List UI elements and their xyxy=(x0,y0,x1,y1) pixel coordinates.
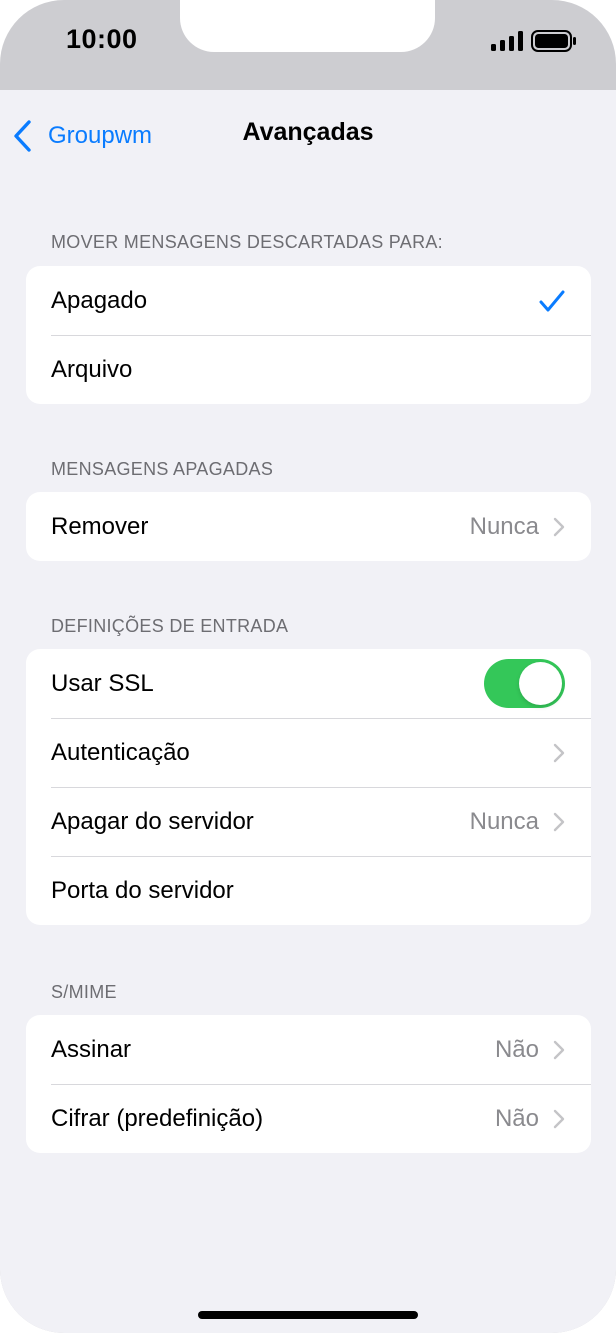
group-smime: Assinar Não Cifrar (predefinição) Não xyxy=(26,1015,591,1153)
group-move-discarded: Apagado Arquivo xyxy=(26,266,591,404)
chevron-right-icon xyxy=(553,517,565,536)
row-porta-do-servidor[interactable]: Porta do servidor xyxy=(26,856,591,925)
row-label: Usar SSL xyxy=(51,669,154,697)
row-remover[interactable]: Remover Nunca xyxy=(26,492,591,561)
row-cifrar[interactable]: Cifrar (predefinição) Não xyxy=(26,1084,591,1153)
row-value: Não xyxy=(494,1035,539,1063)
notch xyxy=(180,0,435,52)
group-incoming-settings: Usar SSL Autenticação Apagar do servidor… xyxy=(26,649,591,925)
row-label: Cifrar (predefinição) xyxy=(51,1104,264,1132)
row-label: Porta do servidor xyxy=(51,876,234,904)
option-apagado[interactable]: Apagado xyxy=(26,266,591,335)
group-deleted-messages: Remover Nunca xyxy=(26,492,591,561)
row-apagar-do-servidor[interactable]: Apagar do servidor Nunca xyxy=(26,787,591,856)
chevron-right-icon xyxy=(553,743,565,762)
status-time: 10:00 xyxy=(66,24,138,54)
option-label: Apagado xyxy=(51,286,148,314)
section-header-smime: S/MIME xyxy=(51,982,117,1002)
ssl-toggle[interactable] xyxy=(484,659,565,708)
row-autenticacao[interactable]: Autenticação xyxy=(26,718,591,787)
section-header-move-discarded: MOVER MENSAGENS DESCARTADAS PARA: xyxy=(51,232,443,252)
row-value: Não xyxy=(494,1104,539,1132)
row-value: Nunca xyxy=(469,807,539,835)
signal-icon xyxy=(491,31,523,51)
page-title: Avançadas xyxy=(242,118,374,146)
row-label: Apagar do servidor xyxy=(51,807,254,835)
toggle-knob xyxy=(519,662,562,705)
row-assinar[interactable]: Assinar Não xyxy=(26,1015,591,1084)
home-indicator[interactable] xyxy=(198,1311,418,1319)
chevron-right-icon xyxy=(553,1109,565,1128)
chevron-right-icon xyxy=(553,1040,565,1059)
row-usar-ssl: Usar SSL xyxy=(26,649,591,718)
row-label: Autenticação xyxy=(51,738,190,766)
chevron-right-icon xyxy=(553,812,565,831)
phone-frame: 10:00 Groupwm Avançadas MOVER MENSAGENS … xyxy=(0,0,616,1333)
section-header-incoming-settings: DEFINIÇÕES DE ENTRADA xyxy=(51,616,289,636)
checkmark-icon xyxy=(539,290,565,311)
section-header-deleted-messages: MENSAGENS APAGADAS xyxy=(51,459,274,479)
option-arquivo[interactable]: Arquivo xyxy=(26,335,591,404)
row-label: Remover xyxy=(51,512,149,540)
row-label: Assinar xyxy=(51,1035,132,1063)
battery-icon xyxy=(531,30,576,52)
option-label: Arquivo xyxy=(51,355,133,383)
row-value: Nunca xyxy=(469,512,539,540)
